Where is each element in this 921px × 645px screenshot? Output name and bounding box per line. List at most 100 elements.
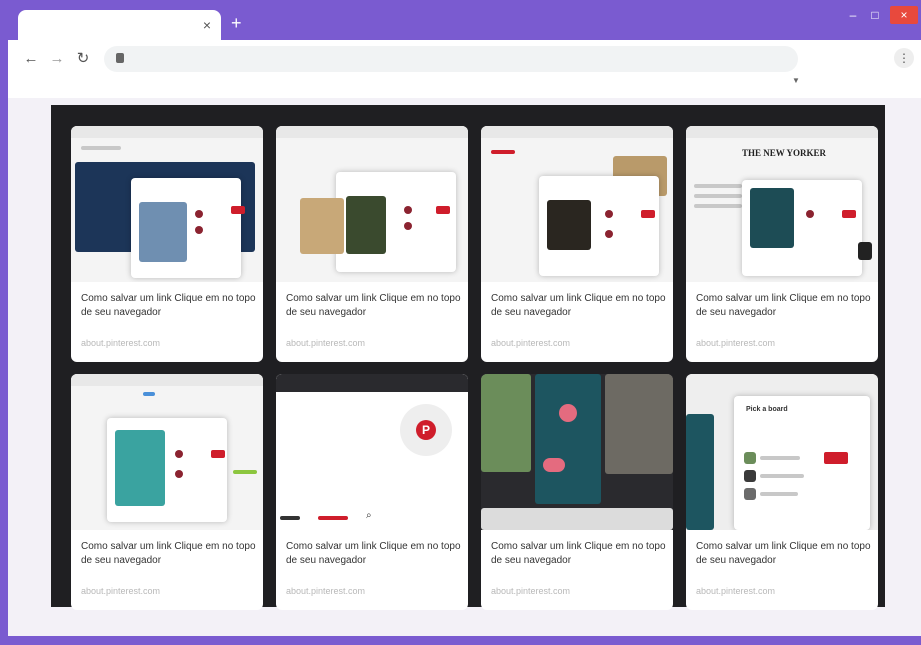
pin-title: Como salvar um link Clique em no topo de…: [491, 541, 666, 566]
pin-thumbnail: [71, 126, 263, 282]
thumb-pattern-image: [686, 414, 714, 530]
pin-title: Como salvar um link Clique em no topo de…: [696, 541, 871, 566]
thumb-masthead: THE NEW YORKER: [742, 148, 827, 158]
thumb-dot: [195, 210, 203, 218]
pin-title: Como salvar um link Clique em no topo de…: [81, 541, 256, 566]
pin-card[interactable]: Como salvar um link Clique em no topo de…: [71, 126, 263, 362]
thumb-pink-dot: [559, 404, 577, 422]
thumb-save-button: [231, 206, 245, 214]
thumb-food-image: [346, 196, 386, 254]
pin-source[interactable]: about.pinterest.com: [696, 586, 775, 596]
thumb-save-button: [842, 210, 856, 218]
thumb-dot: [404, 206, 412, 214]
thumb-hat-image: [300, 198, 344, 254]
pin-thumbnail: P ⌕: [276, 374, 468, 530]
search-icon: ⌕: [366, 510, 372, 521]
thumb-text-line: [694, 204, 742, 208]
pin-title: Como salvar um link Clique em no topo de…: [286, 541, 461, 566]
close-window-button[interactable]: ×: [890, 6, 918, 24]
pin-title: Como salvar um link Clique em no topo de…: [81, 293, 256, 318]
thumb-room-image: [547, 200, 591, 250]
pin-title: Como salvar um link Clique em no topo de…: [491, 293, 666, 318]
pin-title: Como salvar um link Clique em no topo de…: [696, 293, 871, 318]
pin-source[interactable]: about.pinterest.com: [286, 338, 365, 348]
thumb-save-button: [436, 206, 450, 214]
address-bar[interactable]: [104, 46, 798, 72]
thumb-browser-bar: [686, 126, 878, 138]
pin-source[interactable]: about.pinterest.com: [81, 586, 160, 596]
thumb-pick-board-label: Pick a board: [746, 406, 788, 413]
thumb-dot: [806, 210, 814, 218]
minimize-button[interactable]: –: [846, 6, 860, 24]
pin-source[interactable]: about.pinterest.com: [491, 586, 570, 596]
thumb-bottom-image: [481, 508, 673, 530]
new-tab-button[interactable]: +: [231, 14, 242, 32]
thumb-save-button: [641, 210, 655, 218]
pin-card[interactable]: P ⌕ Como salvar um link Clique em no top…: [276, 374, 468, 610]
pin-card[interactable]: Como salvar um link Clique em no topo de…: [481, 374, 673, 610]
pin-card[interactable]: Como salvar um link Clique em no topo de…: [276, 126, 468, 362]
thumb-dot: [605, 210, 613, 218]
chevron-down-icon[interactable]: ▼: [792, 76, 800, 85]
thumb-text-line: [81, 146, 121, 150]
thumb-pattern-image: [750, 188, 794, 248]
thumb-interior-image: [605, 374, 673, 474]
thumb-text-line: [491, 150, 515, 154]
thumb-text-line: [760, 456, 800, 460]
title-bar: × + – □ ×: [0, 0, 921, 40]
pinterest-p-glyph: P: [416, 420, 436, 440]
forward-arrow-icon[interactable]: →: [48, 50, 66, 68]
thumb-side-image: [858, 242, 872, 260]
thumb-tab: [143, 392, 155, 396]
pin-card[interactable]: Como salvar um link Clique em no topo de…: [71, 374, 263, 610]
thumb-save-button: [824, 452, 848, 464]
thumb-dot: [605, 230, 613, 238]
pin-title: Como salvar um link Clique em no topo de…: [286, 293, 461, 318]
close-tab-icon[interactable]: ×: [203, 17, 211, 33]
browser-window: × + – □ × ← → ↻ ⋮ ▼ Como salvar um link …: [0, 0, 921, 645]
thumb-dot: [175, 470, 183, 478]
thumb-dot: [404, 222, 412, 230]
back-arrow-icon[interactable]: ←: [22, 50, 40, 68]
thumb-browser-bar: [71, 126, 263, 138]
pinterest-logo-icon: P: [400, 404, 452, 456]
pin-thumbnail: [276, 126, 468, 282]
pin-thumbnail: [71, 374, 263, 530]
thumb-pink-dot: [543, 458, 565, 472]
thumb-text-line: [694, 194, 742, 198]
thumb-browser-bar: [481, 126, 673, 138]
pin-thumbnail: THE NEW YORKER: [686, 126, 878, 282]
reload-icon[interactable]: ↻: [74, 50, 92, 68]
thumb-palm-image: [481, 374, 531, 472]
thumb-text-line: [694, 184, 742, 188]
browser-toolbar: ← → ↻ ⋮ ▼: [8, 40, 921, 98]
page-viewport: Como salvar um link Clique em no topo de…: [8, 98, 921, 636]
pin-source[interactable]: about.pinterest.com: [81, 338, 160, 348]
pin-thumbnail: [481, 374, 673, 530]
thumb-browser-bar: [276, 374, 468, 392]
thumb-dot: [175, 450, 183, 458]
thumb-text-line: [760, 474, 804, 478]
thumb-text-line: [318, 516, 348, 520]
pin-source[interactable]: about.pinterest.com: [696, 338, 775, 348]
browser-tab[interactable]: ×: [18, 10, 221, 40]
pin-card[interactable]: Como salvar um link Clique em no topo de…: [481, 126, 673, 362]
thumb-browser-bar: [276, 126, 468, 138]
browser-menu-icon[interactable]: ⋮: [894, 48, 914, 68]
thumb-text-line: [760, 492, 798, 496]
pin-thumbnail: Pick a board: [686, 374, 878, 530]
maximize-button[interactable]: □: [868, 6, 882, 24]
thumb-save-button: [211, 450, 225, 458]
thumb-photo: [139, 202, 187, 262]
pin-source[interactable]: about.pinterest.com: [286, 586, 365, 596]
thumb-board-image: [744, 488, 756, 500]
thumb-board-image: [744, 452, 756, 464]
pin-source[interactable]: about.pinterest.com: [491, 338, 570, 348]
thumb-board-image: [744, 470, 756, 482]
thumb-pattern-image: [535, 374, 601, 504]
thumb-geo-image: [115, 430, 165, 506]
lock-icon: [116, 53, 124, 63]
pin-thumbnail: [481, 126, 673, 282]
pin-card[interactable]: Pick a board Como salvar um link Clique …: [686, 374, 878, 610]
pin-card[interactable]: THE NEW YORKER Como salvar um link Cliqu…: [686, 126, 878, 362]
